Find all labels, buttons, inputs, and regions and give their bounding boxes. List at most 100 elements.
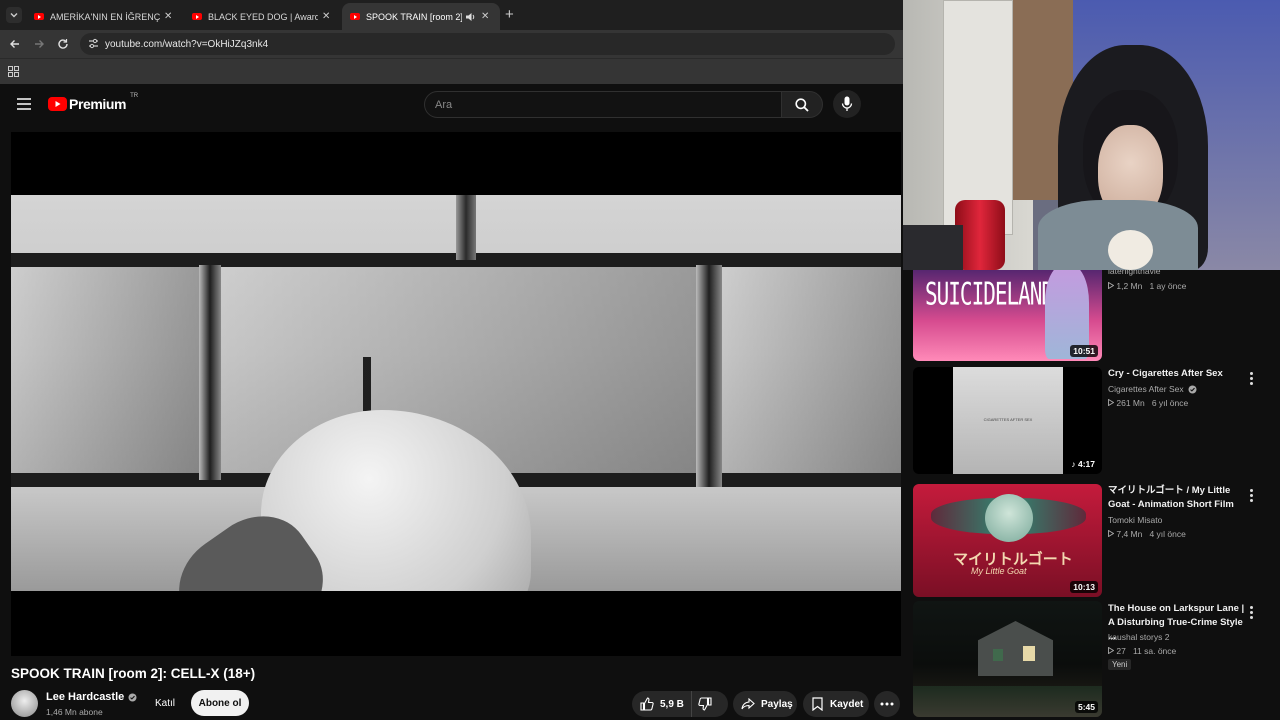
youtube-header: Premium TR Ara	[0, 84, 903, 126]
view-count: 27	[1116, 646, 1126, 656]
new-badge: Yeni	[1108, 659, 1132, 670]
upload-age: 1 ay önce	[1149, 281, 1187, 291]
address-toolbar: youtube.com/watch?v=OkHiJZq3nk4	[0, 30, 903, 58]
video-thumbnail[interactable]: 5:45	[913, 601, 1102, 717]
video-duration: 10:13	[1070, 581, 1098, 593]
site-info-icon[interactable]	[88, 38, 99, 49]
upload-age: 4 yıl önce	[1149, 529, 1186, 539]
like-count: 5,9 B	[660, 698, 684, 710]
view-count: 1,2 Mn	[1116, 281, 1143, 291]
video-player[interactable]	[11, 132, 901, 656]
logo-text: Premium	[69, 96, 127, 112]
browser-tab-bar: AMERİKA'NIN EN İĞRENÇ PROG ✕ BLACK EYED …	[0, 0, 903, 30]
view-count: 7,4 Mn	[1116, 529, 1143, 539]
video-duration: ♪ 4:17	[1068, 458, 1098, 470]
recommendations-sidebar: SUICIDELAND 10:51 latenightnavie 1,2 Mn …	[903, 270, 1280, 720]
back-icon[interactable]	[9, 38, 21, 50]
upload-age: 11 sa. önce	[1132, 646, 1177, 656]
more-options-icon[interactable]	[1250, 606, 1254, 620]
dislike-icon	[698, 697, 712, 711]
play-icon	[1108, 281, 1115, 290]
youtube-favicon-icon	[350, 13, 360, 20]
tab-close-icon[interactable]: ✕	[164, 11, 172, 22]
forward-icon[interactable]	[33, 38, 45, 50]
duration-text: 4:17	[1077, 459, 1095, 469]
tab-title: BLACK EYED DOG | Award-Win	[208, 11, 318, 22]
share-icon	[741, 698, 755, 710]
search-input[interactable]: Ara	[424, 91, 782, 118]
channel-name[interactable]: latenightnavie	[1108, 270, 1160, 276]
more-options-icon[interactable]	[1250, 372, 1254, 386]
tab-title: AMERİKA'NIN EN İĞRENÇ PROG	[50, 11, 160, 22]
video-stats: 7,4 Mn 4 yıl önce	[1108, 529, 1186, 539]
channel-name-text: Cigarettes After Sex	[1108, 384, 1184, 394]
url-text: youtube.com/watch?v=OkHiJZq3nk4	[105, 38, 269, 50]
search-button[interactable]	[781, 91, 823, 118]
country-badge: TR	[130, 93, 139, 99]
save-icon	[812, 697, 823, 711]
channel-name[interactable]: Tomoki Misato	[1108, 515, 1162, 525]
more-icon	[880, 702, 894, 706]
channel-name[interactable]: kaushal storys 2	[1108, 632, 1169, 642]
music-note-icon: ♪	[1071, 459, 1076, 469]
tab-close-icon[interactable]: ✕	[481, 11, 489, 22]
verified-icon	[1188, 385, 1197, 393]
more-actions-button[interactable]	[874, 691, 900, 717]
channel-name[interactable]: Lee Hardcastle	[46, 691, 137, 703]
join-button[interactable]: Katıl	[145, 690, 185, 716]
more-options-icon[interactable]	[1250, 489, 1254, 503]
new-tab-button[interactable]: +	[505, 6, 514, 23]
video-stats: 261 Mn 6 yıl önce	[1108, 398, 1188, 408]
youtube-favicon-icon	[192, 13, 202, 20]
video-title[interactable]: Cry - Cigarettes After Sex	[1108, 367, 1248, 381]
video-duration: 5:45	[1074, 701, 1098, 713]
browser-tab[interactable]: BLACK EYED DOG | Award-Win ✕	[184, 3, 339, 30]
dislike-button[interactable]	[698, 697, 712, 714]
thumbnail-text: CIGARETTES AFTER SEX	[983, 417, 1033, 422]
apps-icon[interactable]	[8, 66, 19, 77]
browser-tab[interactable]: AMERİKA'NIN EN İĞRENÇ PROG ✕	[26, 3, 181, 30]
upload-age: 6 yıl önce	[1151, 398, 1189, 408]
youtube-logo[interactable]: Premium TR	[48, 93, 139, 112]
speaker-icon[interactable]	[465, 12, 477, 22]
verified-icon	[128, 693, 137, 701]
like-icon	[640, 697, 654, 711]
youtube-favicon-icon	[34, 13, 44, 20]
save-button[interactable]: Kaydet	[803, 691, 869, 717]
subscribe-button[interactable]: Abone ol	[191, 690, 249, 716]
video-title[interactable]: マイリトルゴート / My Little Goat - Animation Sh…	[1108, 484, 1248, 512]
share-button[interactable]: Paylaş	[733, 691, 797, 717]
chevron-down-icon	[10, 13, 18, 18]
like-button[interactable]: 5,9 B	[632, 691, 692, 717]
play-icon	[1108, 529, 1115, 538]
share-label: Paylaş	[761, 698, 793, 710]
youtube-logo-icon	[48, 97, 67, 111]
view-count: 261 Mn	[1116, 398, 1145, 408]
search-icon	[795, 98, 809, 112]
video-thumbnail[interactable]: マイリトルゴート My Little Goat 10:13	[913, 484, 1102, 597]
tab-title: SPOOK TRAIN [room 2]: CELL	[366, 11, 462, 22]
thumbnail-subtext: My Little Goat	[971, 566, 1027, 576]
browser-tab-active[interactable]: SPOOK TRAIN [room 2]: CELL ✕	[342, 3, 500, 30]
play-icon	[1108, 646, 1115, 655]
webcam-overlay	[903, 0, 1280, 270]
channel-name-text: Lee Hardcastle	[46, 691, 125, 703]
like-dislike-group: 5,9 B	[632, 691, 728, 717]
tab-list-button[interactable]	[6, 7, 22, 23]
channel-name[interactable]: Cigarettes After Sex	[1108, 384, 1197, 394]
bookmarks-bar	[0, 58, 903, 84]
video-stats: 1,2 Mn 1 ay önce	[1108, 281, 1186, 291]
menu-icon[interactable]	[17, 98, 31, 110]
save-label: Kaydet	[830, 698, 864, 710]
subscriber-count: 1,46 Mn abone	[46, 707, 103, 717]
channel-avatar[interactable]	[11, 690, 38, 717]
mic-icon	[841, 96, 853, 111]
tab-close-icon[interactable]: ✕	[322, 11, 330, 22]
search-placeholder: Ara	[435, 98, 453, 111]
voice-search-button[interactable]	[833, 90, 861, 118]
reload-icon[interactable]	[57, 38, 69, 50]
thumbnail-text: SUICIDELAND	[925, 276, 1054, 312]
video-thumbnail[interactable]: CIGARETTES AFTER SEX ♪ 4:17	[913, 367, 1102, 474]
video-thumbnail[interactable]: SUICIDELAND 10:51	[913, 270, 1102, 361]
url-field[interactable]: youtube.com/watch?v=OkHiJZq3nk4	[80, 33, 895, 55]
